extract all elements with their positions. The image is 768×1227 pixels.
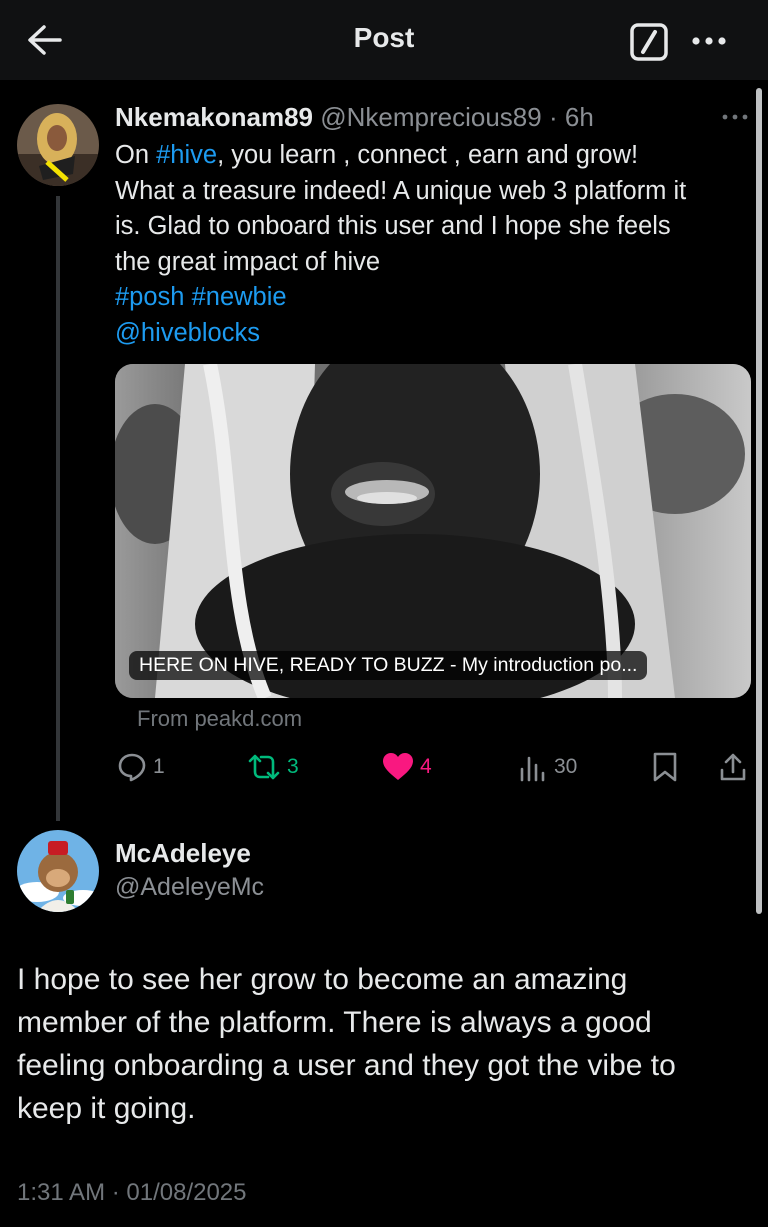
reply-count: 1	[153, 755, 165, 778]
reply-author-name[interactable]: McAdeleye	[115, 838, 251, 869]
reply-author-handle[interactable]: @AdeleyeMc	[115, 873, 264, 902]
reply-icon	[118, 753, 146, 782]
more-horizontal-icon	[692, 37, 726, 45]
mention-link[interactable]: @hiveblocks	[115, 319, 260, 347]
post-text-line: On #hive, you learn , connect , earn and…	[115, 138, 755, 174]
reply-author-avatar[interactable]	[17, 830, 99, 912]
bookmark-icon	[653, 752, 677, 782]
mention-line: @hiveblocks	[115, 316, 755, 352]
reply-text-line: feeling onboarding a user and they got t…	[17, 1049, 676, 1082]
bar-chart-icon	[520, 756, 545, 782]
more-options-button[interactable]	[690, 24, 730, 58]
slash-square-icon	[630, 23, 668, 61]
card-caption: HERE ON HIVE, READY TO BUZZ - My introdu…	[129, 651, 648, 680]
post-text-line: What a treasure indeed! A unique web 3 p…	[115, 176, 687, 205]
card-image	[115, 364, 751, 698]
hashtag-line: #posh #newbie	[115, 280, 755, 316]
hashtag-hive[interactable]: #hive	[156, 141, 217, 169]
avatar-image	[17, 830, 99, 912]
views-button[interactable]: 30	[518, 750, 577, 784]
separator-dot: ·	[548, 102, 558, 132]
post-text-line: is. Glad to onboard this user and I hope…	[115, 212, 671, 240]
author-handle[interactable]: @Nkemprecious89	[320, 102, 541, 132]
reply-text-line: member of the platform. There is always …	[17, 1006, 652, 1039]
post-text-line: the great impact of hive	[115, 247, 381, 276]
repost-count: 3	[287, 755, 299, 778]
post-more-button[interactable]	[718, 106, 752, 128]
text-fragment: On	[115, 141, 157, 169]
post-text: On #hive, you learn , connect , earn and…	[115, 138, 755, 351]
reply-text-line: keep it going.	[17, 1092, 196, 1125]
post-time[interactable]: 6h	[565, 102, 594, 132]
text-fragment: , you learn , connect , earn and grow!	[217, 141, 639, 169]
repost-icon	[248, 754, 280, 780]
heart-icon	[383, 753, 413, 780]
share-icon	[720, 753, 746, 781]
top-bar: Post	[0, 0, 768, 80]
post-timestamp[interactable]: 1:31 AM · 01/08/2025	[17, 1179, 247, 1207]
author-name[interactable]: Nkemakonam89	[115, 102, 313, 132]
repost-button[interactable]: 3	[247, 750, 299, 784]
thread-connector	[56, 196, 60, 821]
bookmark-button[interactable]	[650, 750, 680, 784]
reply-text-line: I hope to see her grow to become an amaz…	[17, 963, 628, 996]
share-button[interactable]	[718, 750, 748, 784]
like-button[interactable]: 4	[382, 750, 432, 784]
card-source[interactable]: From peakd.com	[137, 706, 302, 732]
like-count: 4	[420, 755, 432, 778]
hashtag-posh[interactable]: #posh	[115, 283, 184, 311]
reply-text: I hope to see her grow to become an amaz…	[17, 958, 747, 1130]
link-card[interactable]: HERE ON HIVE, READY TO BUZZ - My introdu…	[115, 364, 751, 698]
avatar-image	[17, 104, 99, 186]
view-count: 30	[554, 755, 578, 778]
scrollbar[interactable]	[756, 88, 762, 914]
post-header: Nkemakonam89 @Nkemprecious89 · 6h	[115, 102, 594, 133]
more-horizontal-icon	[722, 114, 748, 120]
author-avatar[interactable]	[17, 104, 99, 186]
reply-button[interactable]: 1	[117, 750, 165, 784]
grok-button[interactable]	[629, 22, 669, 62]
hashtag-newbie[interactable]: #newbie	[192, 283, 287, 311]
